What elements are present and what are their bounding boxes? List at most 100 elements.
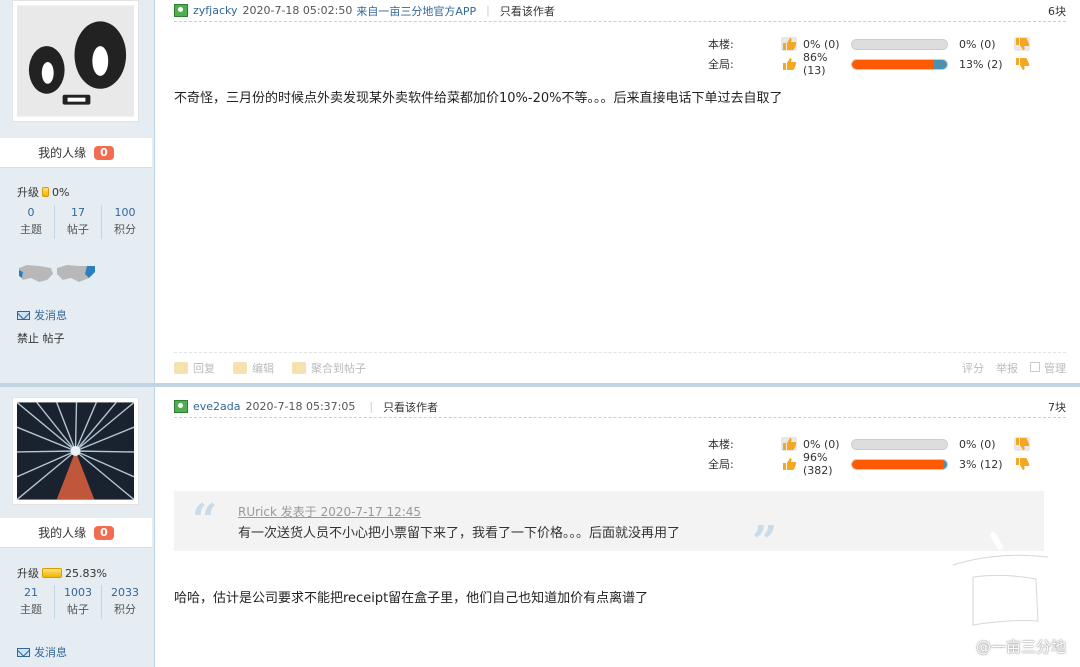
- thumbs-up-icon[interactable]: [781, 437, 797, 451]
- thumbs-down-icon[interactable]: [1014, 437, 1030, 451]
- stat-posts-label: 帖子: [67, 223, 89, 236]
- level-progress-bar: [42, 187, 49, 197]
- post-message: 不奇怪，三月份的时候点外卖发现某外卖软件给菜都加价10%-20%不等。。。后来直…: [174, 91, 783, 106]
- stat-topics-num: 21: [24, 586, 38, 599]
- vote-row-global: 全局: 96% (382) 3% (12): [706, 451, 1046, 477]
- vote-global-down: 13% (2): [959, 57, 1003, 71]
- avatar[interactable]: [12, 397, 139, 505]
- stat-points-num: 2033: [111, 586, 139, 599]
- stat-posts-num: 17: [71, 206, 85, 219]
- close-quote-icon: ”: [752, 517, 778, 568]
- quote-author-link[interactable]: RUrick 发表于 2020-7-17 12:45: [238, 503, 421, 520]
- send-message-link[interactable]: 发消息: [17, 307, 67, 323]
- reputation-label: 我的人缘: [38, 146, 87, 160]
- stat-posts[interactable]: 17 帖子: [55, 205, 102, 239]
- stat-topics-num: 0: [27, 206, 35, 219]
- collect-to-thread-button[interactable]: 聚合到帖子: [292, 360, 366, 376]
- post-6: 我的人缘 0 升级 0% 0 主题 17 帖子 100 积分 发消息 禁止 帖子…: [0, 0, 1080, 385]
- level-progress-bar: [42, 568, 62, 578]
- post-header: zyfjacky 2020-7-18 05:02:50 来自一亩三分地官方APP…: [174, 0, 1066, 22]
- quote-text: 有一次送货人员不小心把小票留下来了，我看了一下价格。。。后面就没再用了: [238, 526, 681, 541]
- manage-checkbox[interactable]: 管理: [1030, 360, 1066, 376]
- only-author-link[interactable]: 只看该作者: [500, 3, 555, 19]
- floor-number[interactable]: 7块: [1048, 399, 1066, 415]
- vote-global-bar-fill: [852, 459, 944, 469]
- post-actions: 回复 编辑 聚合到帖子 评分 举报 管理: [174, 352, 1066, 382]
- reply-icon: [174, 361, 188, 374]
- stat-topics[interactable]: 21 主题: [8, 585, 55, 619]
- edit-label: 编辑: [252, 361, 274, 375]
- only-author-link[interactable]: 只看该作者: [383, 399, 438, 415]
- author-link[interactable]: zyfjacky: [193, 4, 238, 17]
- reply-button[interactable]: 回复: [174, 360, 215, 376]
- avatar[interactable]: [12, 0, 139, 122]
- vote-row-local: 本楼: 0% (0) 0% (0): [706, 434, 1046, 454]
- vote-global-bar-fill: [852, 59, 934, 69]
- stat-points-num: 100: [114, 206, 136, 219]
- vote-row-global: 全局: 86% (13) 13% (2): [706, 51, 1046, 77]
- stat-points-label: 积分: [114, 223, 136, 236]
- us-map-icon: [19, 265, 95, 282]
- vote-local-up: 0% (0): [803, 437, 840, 451]
- separator: |: [486, 4, 490, 17]
- vote-panel: 本楼: 0% (0) 0% (0) 全局: 86% (13) 13% (2): [706, 34, 1046, 77]
- vote-row-local: 本楼: 0% (0) 0% (0): [706, 34, 1046, 54]
- vote-global-up: 86% (13): [803, 51, 828, 77]
- vote-panel: 本楼: 0% (0) 0% (0) 全局: 96% (382) 3% (12): [706, 434, 1046, 477]
- thumbs-up-icon[interactable]: [781, 57, 797, 71]
- stat-points[interactable]: 2033 积分: [102, 585, 148, 619]
- stat-topics-label: 主题: [20, 603, 42, 616]
- thumbs-down-icon[interactable]: [1014, 37, 1030, 51]
- reputation-bar: 我的人缘 0: [0, 138, 152, 168]
- level-label: 升级: [17, 567, 39, 580]
- stat-posts[interactable]: 1003 帖子: [55, 585, 102, 619]
- user-stats: 21 主题 1003 帖子 2033 积分: [8, 585, 148, 619]
- post-header: eve2ada 2020-7-18 05:37:05 | 只看该作者 7块: [174, 396, 1066, 418]
- vote-global-label: 全局:: [708, 458, 734, 471]
- author-link[interactable]: eve2ada: [193, 400, 241, 413]
- vote-global-down: 3% (12): [959, 457, 1003, 471]
- post-time: 2020-7-18 05:37:05: [245, 400, 356, 413]
- reputation-label: 我的人缘: [38, 526, 87, 540]
- thumbs-down-icon[interactable]: [1014, 57, 1030, 71]
- manage-label: 管理: [1044, 361, 1066, 375]
- online-user-icon: [174, 4, 188, 17]
- thumbs-up-icon[interactable]: [781, 37, 797, 51]
- stat-points[interactable]: 100 积分: [102, 205, 148, 239]
- reputation-badge: 0: [94, 525, 114, 540]
- stat-topics[interactable]: 0 主题: [8, 205, 55, 239]
- post-message: 哈哈，估计是公司要求不能把receipt留在盒子里，他们自己也知道加价有点离谱了: [174, 591, 649, 606]
- vote-local-bar: [851, 438, 948, 450]
- watermark-text: @一亩三分地: [975, 638, 1066, 656]
- send-message-link[interactable]: 发消息: [17, 644, 67, 660]
- thumbs-down-icon[interactable]: [1014, 457, 1030, 471]
- post-content: zyfjacky 2020-7-18 05:02:50 来自一亩三分地官方APP…: [156, 0, 1080, 385]
- online-user-icon: [174, 400, 188, 413]
- floor-number[interactable]: 6块: [1048, 3, 1066, 19]
- vote-global-bar: [851, 458, 948, 470]
- send-message-label: 发消息: [34, 309, 67, 322]
- cartoon-face-avatar-image: [17, 5, 134, 117]
- level-label: 升级: [17, 186, 39, 199]
- quote-block: “ RUrick 发表于 2020-7-17 12:45 有一次送货人员不小心把…: [174, 491, 1044, 565]
- app-source-link[interactable]: 来自一亩三分地官方APP: [356, 3, 476, 19]
- report-button[interactable]: 举报: [996, 360, 1018, 376]
- stat-points-label: 积分: [114, 603, 136, 616]
- vote-global-up: 96% (382): [803, 451, 833, 477]
- vote-local-down: 0% (0): [959, 437, 996, 451]
- vote-local-bar: [851, 38, 948, 50]
- stat-topics-label: 主题: [20, 223, 42, 236]
- vote-local-up: 0% (0): [803, 37, 840, 51]
- vote-local-label: 本楼:: [708, 438, 734, 451]
- rate-button[interactable]: 评分: [962, 360, 984, 376]
- post-time: 2020-7-18 05:02:50: [242, 4, 353, 17]
- send-message-label: 发消息: [34, 646, 67, 659]
- open-quote-icon: “: [192, 495, 218, 546]
- level-row: 升级 25.83%: [17, 565, 107, 581]
- document-icon: [292, 361, 306, 374]
- vote-global-label: 全局:: [708, 58, 734, 71]
- forest-looking-up-avatar-image: [16, 401, 135, 501]
- post-author-sidebar: 我的人缘 0 升级 0% 0 主题 17 帖子 100 积分 发消息 禁止 帖子: [0, 0, 155, 385]
- thumbs-up-icon[interactable]: [781, 457, 797, 471]
- edit-button[interactable]: 编辑: [233, 360, 274, 376]
